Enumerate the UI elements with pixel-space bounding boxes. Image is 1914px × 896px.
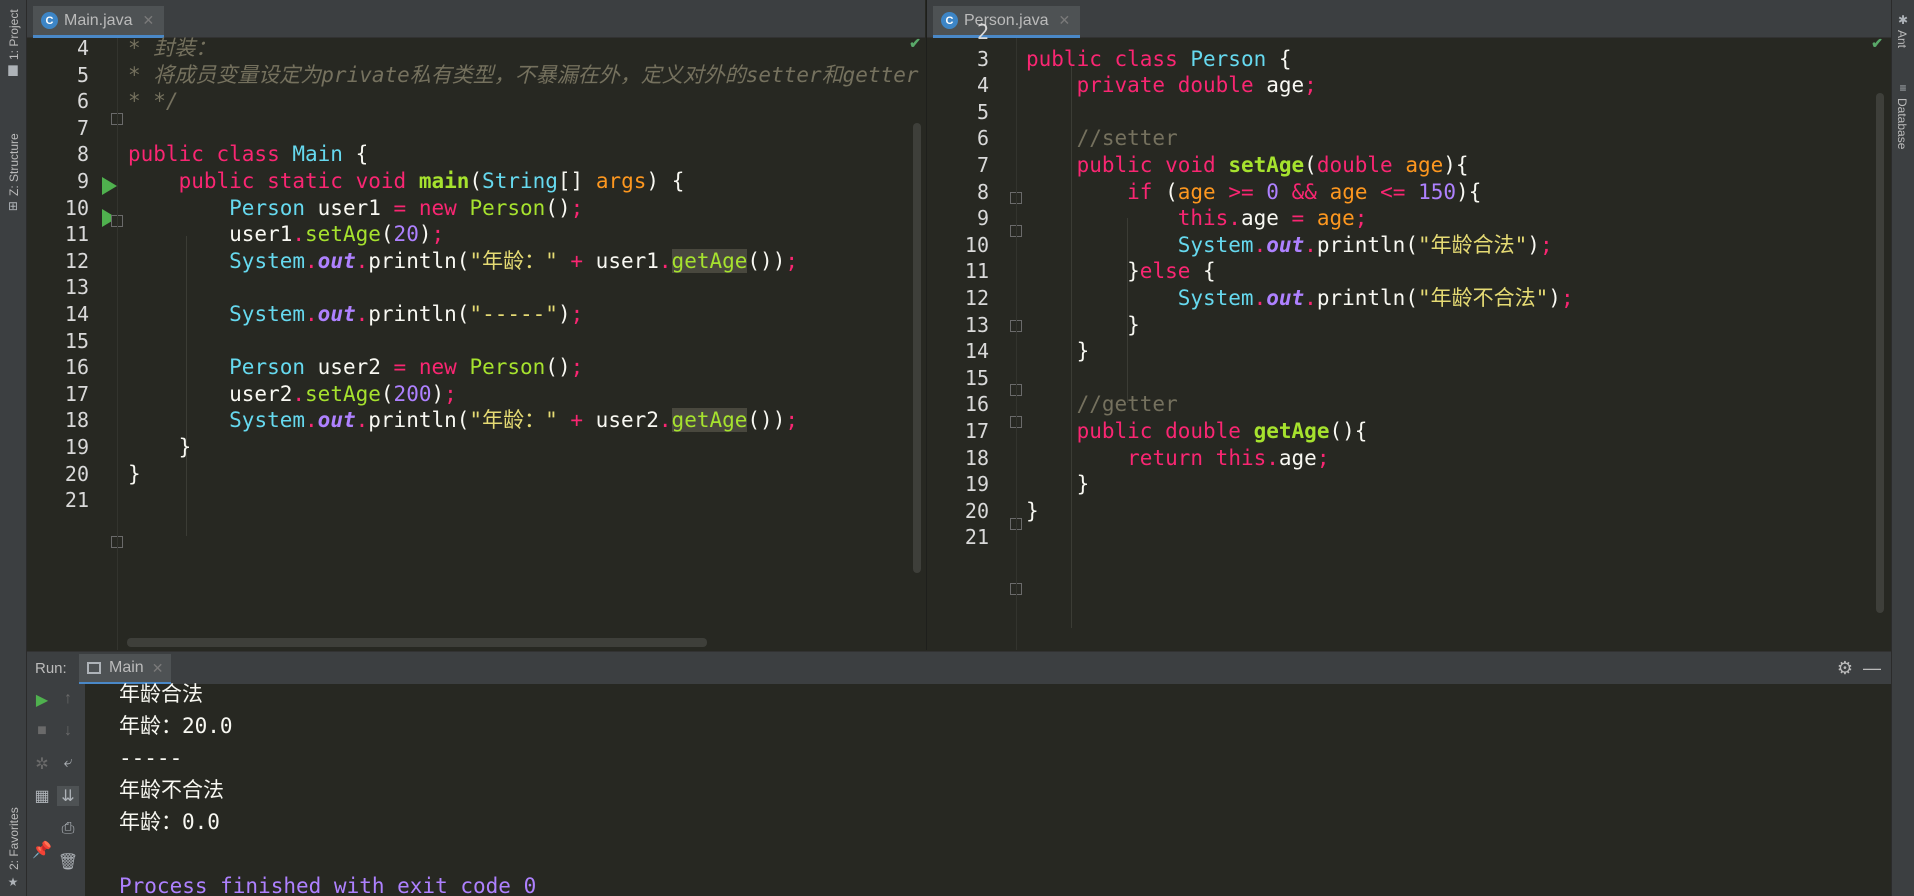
console-line: ----- xyxy=(119,746,183,770)
console-line: 年龄不合法 xyxy=(119,778,224,802)
person-java-editor: C Person.java ✕ ✔ 2 3 public class Person … xyxy=(926,0,1891,650)
project-tool-tab[interactable]: 1: Project xyxy=(7,9,21,60)
vertical-scrollbar[interactable] xyxy=(1876,93,1884,613)
run-toolbar: ▶ ■ ✲ ▦ 📌 ↑ ↓ ⤶ ⇊ ⎙ 🗑 xyxy=(27,684,85,896)
favorites-tool-tab[interactable]: 2: Favorites xyxy=(7,807,21,870)
code-line: } xyxy=(1026,498,1039,523)
scroll-to-end-icon[interactable]: ⇊ xyxy=(57,786,79,806)
console-output[interactable]: 年龄合法年龄：20.0 ----- 年龄不合法年龄：0.0 Process finis… xyxy=(85,682,1891,896)
ide-window: ▆ 1: Project ⊞ Z: Structure ★ 2: Favorit… xyxy=(0,0,1914,896)
code-line: * 将成员变量设定为private私有类型，不暴漏在外，定义对外的setter和… xyxy=(128,62,919,87)
code-line: } xyxy=(128,461,141,486)
console-icon xyxy=(87,662,101,674)
console-line: Process finished with exit code 0 xyxy=(119,874,537,896)
database-icon[interactable]: ≡ xyxy=(1897,82,1909,94)
code-line: System.out.println("年龄：" + user1.getAge(… xyxy=(229,248,798,273)
database-tool-tab[interactable]: Database xyxy=(1895,98,1909,149)
check-icon: ✔ xyxy=(909,35,921,51)
console-line: 年龄：20.0 xyxy=(119,714,233,738)
structure-icon[interactable]: ⊞ xyxy=(7,200,19,212)
gutter-divider xyxy=(117,38,118,650)
ant-icon[interactable]: ✱ xyxy=(1897,14,1909,26)
close-icon[interactable]: ✕ xyxy=(142,12,154,29)
rerun-icon[interactable]: ▶ xyxy=(31,690,53,710)
trash-icon[interactable]: 🗑 xyxy=(57,852,79,872)
code-area[interactable]: ✔ 2 3 public class Person {4 private doubl… xyxy=(927,20,1891,650)
debug-icon[interactable]: ✲ xyxy=(31,754,53,774)
code-line: private double age; xyxy=(1076,73,1317,98)
close-icon[interactable]: ✕ xyxy=(1059,12,1071,29)
pin-icon[interactable]: 📌 xyxy=(31,840,53,860)
gear-icon[interactable]: ⚙ xyxy=(1837,658,1853,679)
right-tool-strip: ✱ Ant ≡ Database xyxy=(1891,0,1914,896)
class-icon: C xyxy=(41,12,58,29)
code-line: System.out.println("-----"); xyxy=(229,302,584,326)
horizontal-scrollbar[interactable] xyxy=(127,638,707,647)
gutter-divider xyxy=(1016,38,1017,650)
code-line: System.out.println("年龄：" + user2.getAge(… xyxy=(229,408,798,433)
down-arrow-icon[interactable]: ↓ xyxy=(57,722,79,740)
tab-label: Main.java xyxy=(64,11,133,29)
run-label: Run: xyxy=(35,660,67,677)
editor-tab-bar: C Person.java ✕ xyxy=(927,0,1891,38)
code-line: } xyxy=(1026,339,1090,364)
close-icon[interactable]: ✕ xyxy=(152,660,164,677)
layout-icon[interactable]: ▦ xyxy=(31,786,53,806)
project-icon[interactable]: ▆ xyxy=(7,63,19,75)
check-icon: ✔ xyxy=(1871,35,1883,51)
left-tool-strip: ▆ 1: Project ⊞ Z: Structure ★ 2: Favorit… xyxy=(0,0,27,896)
minimize-icon[interactable]: — xyxy=(1863,658,1881,679)
stop-icon[interactable]: ■ xyxy=(31,722,53,740)
line-number: 21 xyxy=(64,488,89,513)
print-icon[interactable]: ⎙ xyxy=(57,820,79,838)
run-tool-header: Run: Main ✕ ⚙ — xyxy=(27,651,1891,685)
favorites-star-icon[interactable]: ★ xyxy=(7,876,19,888)
ant-tool-tab[interactable]: Ant xyxy=(1895,30,1909,48)
run-gutter-icon[interactable] xyxy=(102,177,117,195)
main-java-editor: C Main.java ✕ ✔ 4 * 封装： 5 * 将成员变量设定为private… xyxy=(27,0,925,650)
code-area[interactable]: ✔ 4 * 封装： 5 * 将成员变量设定为private私有类型，不暴漏在外，定义对… xyxy=(27,35,925,650)
console-line: 年龄：0.0 xyxy=(119,810,220,834)
code-line: * */ xyxy=(128,89,179,114)
soft-wrap-icon[interactable]: ⤶ xyxy=(57,754,79,772)
console-line: 年龄合法 xyxy=(119,682,203,706)
run-tab-label: Main xyxy=(109,659,144,676)
up-arrow-icon[interactable]: ↑ xyxy=(57,690,79,708)
line-number: 21 xyxy=(964,525,989,550)
structure-tool-tab[interactable]: Z: Structure xyxy=(7,133,21,196)
vertical-scrollbar[interactable] xyxy=(913,123,921,573)
